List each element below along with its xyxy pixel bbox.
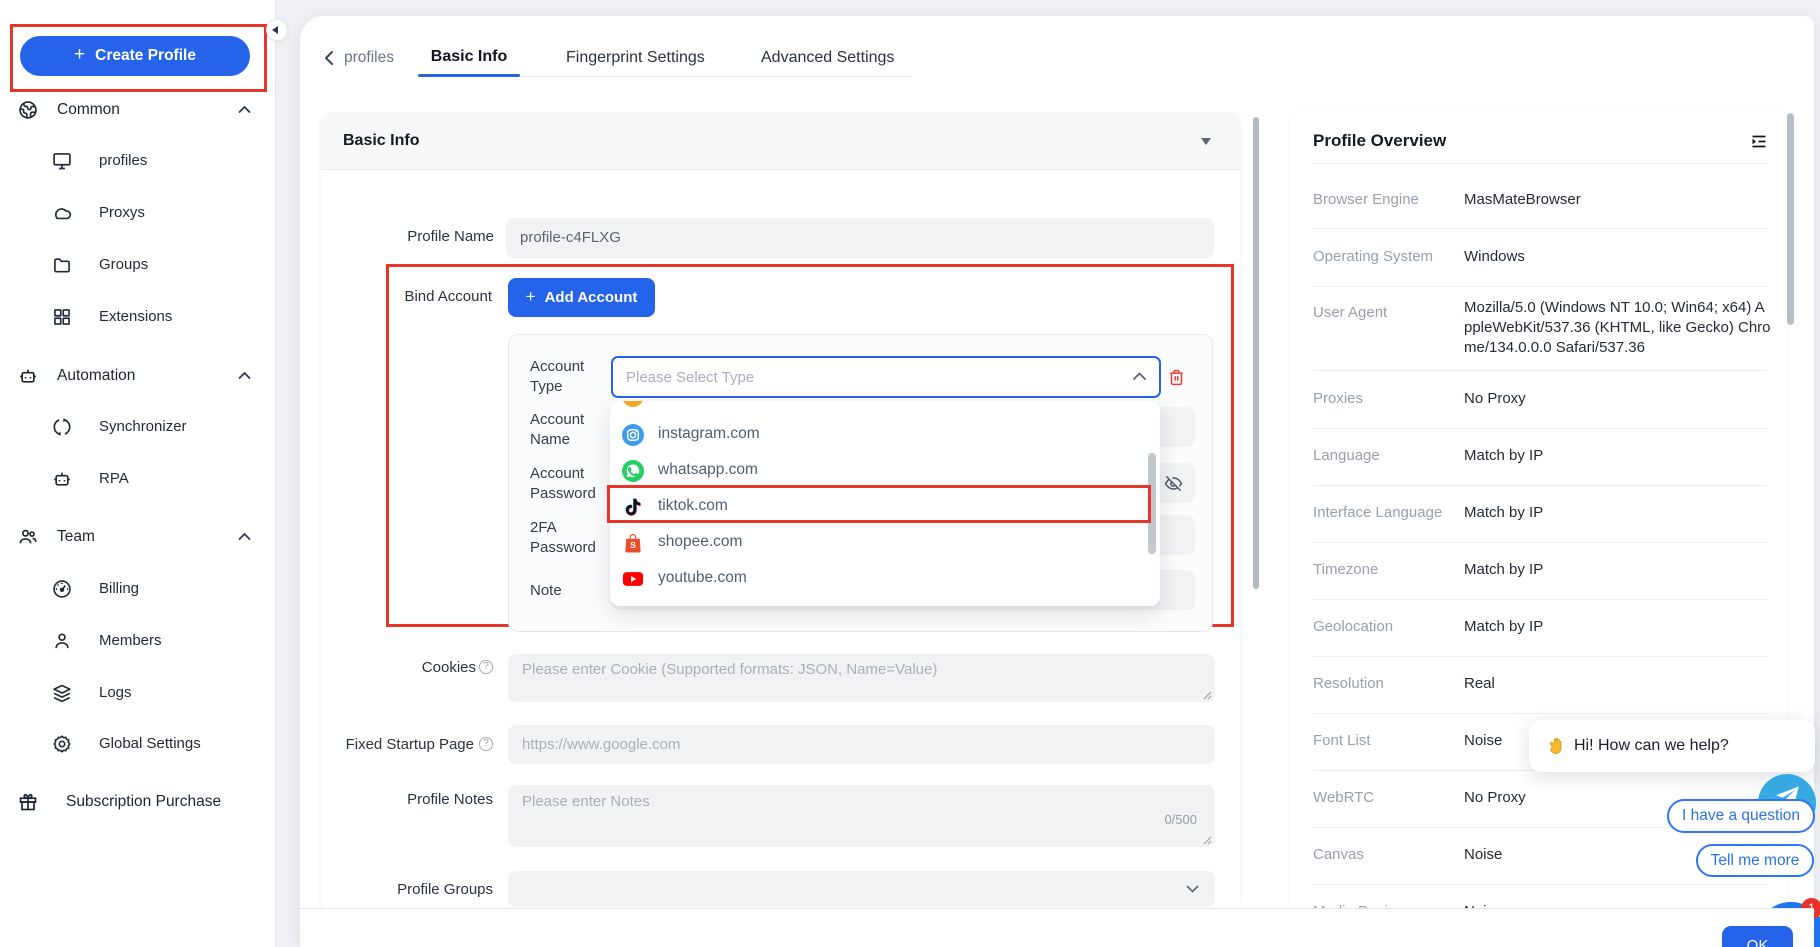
svg-text:S: S [630, 540, 636, 550]
